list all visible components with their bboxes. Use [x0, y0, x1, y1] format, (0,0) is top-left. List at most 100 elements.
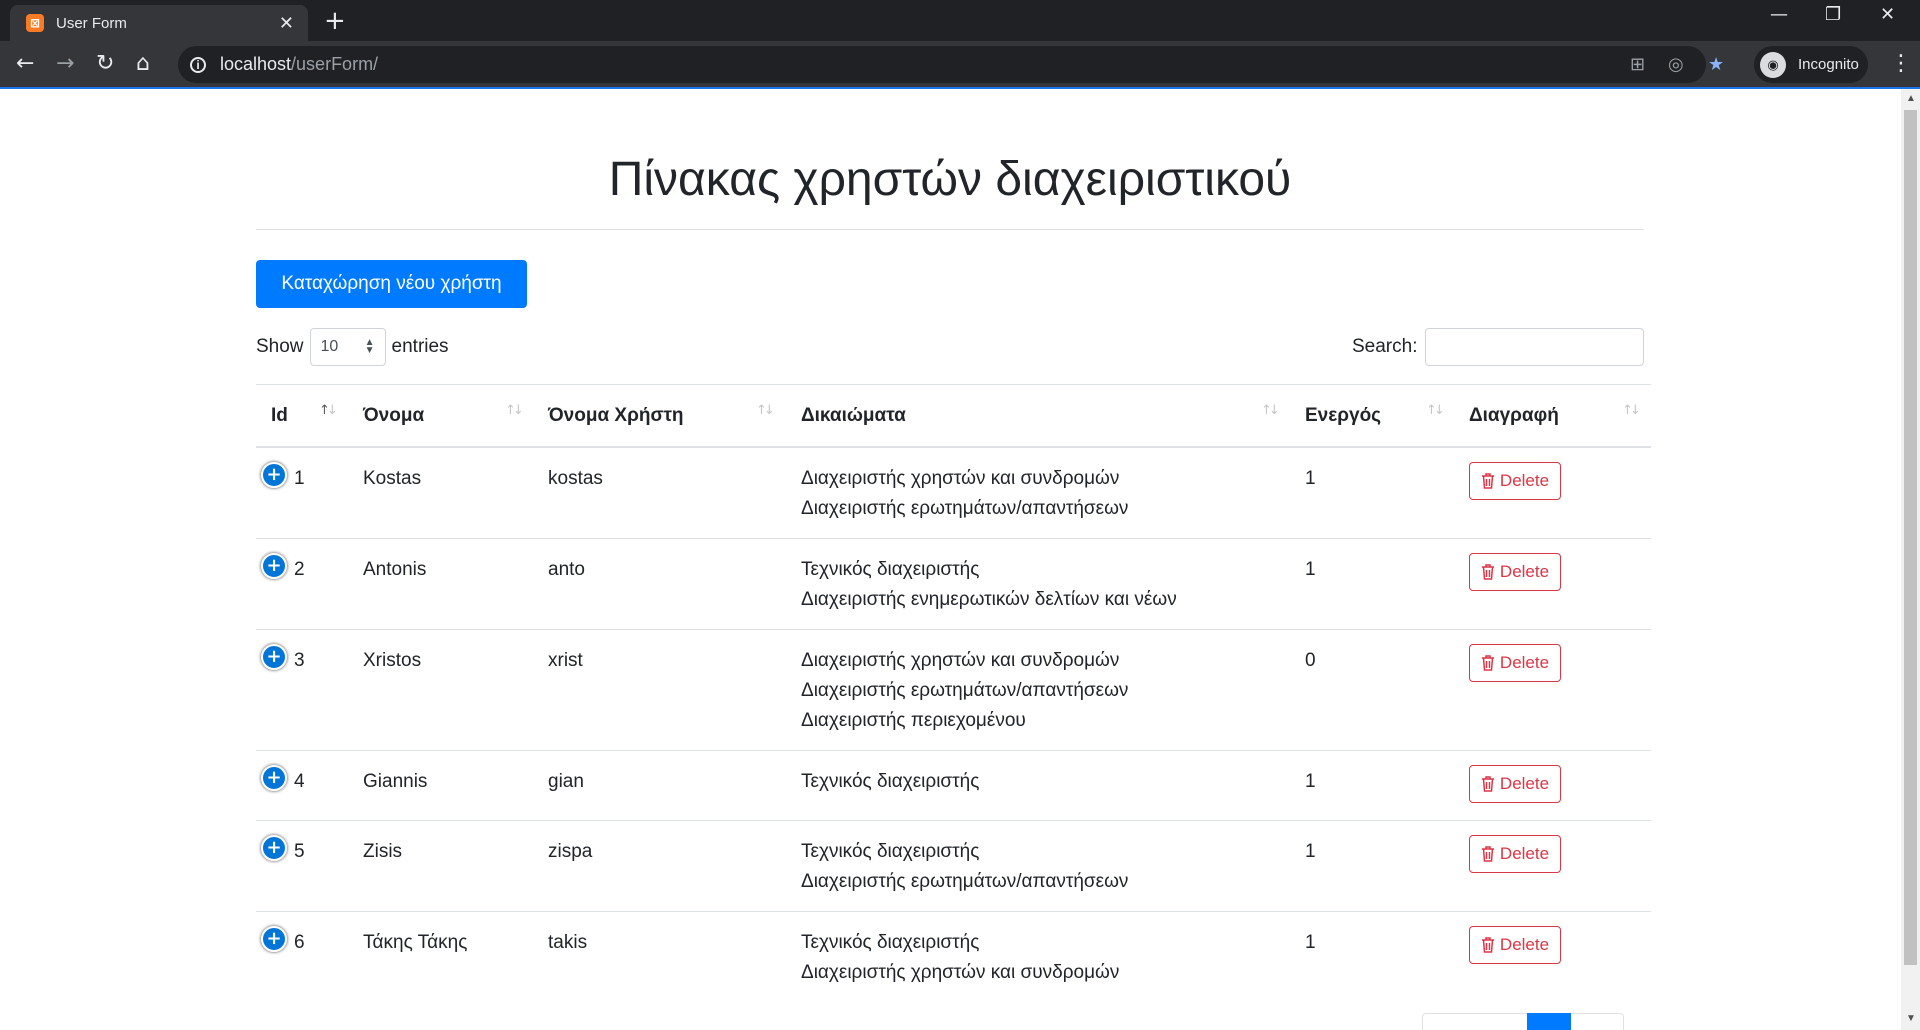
sort-icon: ↑↓: [1261, 403, 1280, 418]
forward-icon[interactable]: →: [56, 51, 74, 76]
cell-id: 2: [294, 559, 305, 580]
trash-icon: [1481, 655, 1494, 671]
permission-item: Διαχειριστής ενημερωτικών δελτίων και νέ…: [801, 589, 1177, 610]
address-bar[interactable]: i localhost/userForm/ ⊞ ◎ ★: [178, 46, 1724, 83]
permission-item: Διαχειριστής ερωτημάτων/απαντήσεων: [801, 680, 1129, 701]
cell-name: Τάκης Τάκης: [363, 932, 468, 953]
delete-button[interactable]: Delete: [1469, 553, 1561, 591]
cell-permissions: Τεχνικός διαχειριστής Διαχειριστής ενημε…: [801, 555, 1177, 615]
entries-length-control: Show 10 ▲ ▼ entries: [256, 328, 449, 366]
search-input[interactable]: [1425, 328, 1645, 366]
back-icon[interactable]: ←: [16, 51, 34, 76]
column-header-permissions[interactable]: Δικαιώματα: [801, 385, 906, 447]
url-text[interactable]: localhost/userForm/: [220, 54, 378, 75]
eye-off-icon[interactable]: ◎: [1668, 54, 1684, 75]
cell-active: 1: [1305, 841, 1316, 862]
cell-permissions: Διαχειριστής χρηστών και συνδρομών Διαχε…: [801, 464, 1128, 524]
cell-permissions: Τεχνικός διαχειριστής: [801, 767, 979, 797]
star-icon[interactable]: ★: [1708, 54, 1724, 75]
search-label: Search:: [1352, 336, 1418, 357]
incognito-profile-button[interactable]: ◉ Incognito: [1754, 46, 1868, 83]
menu-icon[interactable]: ⋮: [1890, 51, 1912, 76]
trash-icon: [1481, 564, 1494, 580]
select-arrows-icon: ▲ ▼: [364, 337, 375, 356]
length-suffix: entries: [391, 336, 449, 357]
table-header: Id ↑↓ Όνομα ↑↓ Όνομα Χρήστη ↑↓ Δικαιώματ…: [256, 384, 1651, 448]
cell-username: gian: [548, 771, 584, 792]
expand-row-icon[interactable]: +: [261, 765, 287, 791]
cell-name: Giannis: [363, 771, 428, 792]
entries-select-value: 10: [320, 338, 339, 355]
page-scrollbar[interactable]: ▲ ▼: [1901, 89, 1920, 1030]
home-icon[interactable]: ⌂: [136, 51, 150, 76]
delete-label: Delete: [1499, 562, 1550, 581]
scrollbar-thumb[interactable]: [1904, 110, 1917, 965]
delete-button[interactable]: Delete: [1469, 644, 1561, 682]
cell-username: kostas: [548, 468, 603, 489]
sort-icon: ↑↓: [756, 403, 775, 418]
cell-username: anto: [548, 559, 585, 580]
browser-tab-strip: ⊠ User Form ✕ + — ❐ ✕: [0, 0, 1920, 41]
restore-icon[interactable]: ❐: [1825, 4, 1841, 25]
incognito-label: Incognito: [1798, 56, 1859, 73]
cell-active: 1: [1305, 468, 1316, 489]
delete-button[interactable]: Delete: [1469, 926, 1561, 964]
browser-tab[interactable]: ⊠ User Form ✕: [10, 5, 308, 41]
cell-name: Xristos: [363, 650, 422, 671]
users-table: Id ↑↓ Όνομα ↑↓ Όνομα Χρήστη ↑↓ Δικαιώματ…: [256, 384, 1651, 1003]
page-title: Πίνακας χρηστών διαχειριστικού: [608, 153, 1292, 206]
column-header-id[interactable]: Id: [271, 385, 288, 447]
new-tab-icon[interactable]: +: [324, 6, 346, 36]
column-header-delete[interactable]: Διαγραφή: [1469, 385, 1559, 447]
cell-id: 4: [294, 771, 305, 792]
add-user-button[interactable]: Καταχώρηση νέου χρήστη: [256, 260, 527, 308]
translate-icon[interactable]: ⊞: [1630, 54, 1645, 75]
pagination: [1422, 1013, 1624, 1030]
incognito-icon: ◉: [1760, 51, 1786, 78]
expand-row-icon[interactable]: +: [261, 644, 287, 670]
cell-name: Kostas: [363, 468, 422, 489]
column-header-username[interactable]: Όνομα Χρήστη: [548, 385, 684, 447]
permission-item: Τεχνικός διαχειριστής: [801, 771, 980, 792]
minimize-icon[interactable]: —: [1770, 4, 1788, 25]
scroll-down-icon[interactable]: ▼: [1906, 1013, 1916, 1024]
delete-button[interactable]: Delete: [1469, 462, 1561, 500]
cell-username: xrist: [548, 650, 583, 671]
table-row: + 6 Τάκης Τάκης takis Τεχνικός διαχειρισ…: [256, 912, 1651, 1003]
column-header-name[interactable]: Όνομα: [363, 385, 424, 447]
cell-active: 0: [1305, 650, 1316, 671]
sort-asc-icon: ↑↓: [319, 403, 338, 418]
cell-id: 6: [294, 932, 305, 953]
pagination-active-page[interactable]: [1527, 1013, 1571, 1030]
permission-item: Τεχνικός διαχειριστής: [801, 841, 980, 862]
divider: [256, 229, 1644, 230]
cell-permissions: Τεχνικός διαχειριστής Διαχειριστής χρηστ…: [801, 928, 1119, 988]
xampp-icon: ⊠: [26, 14, 44, 32]
delete-label: Delete: [1499, 774, 1550, 793]
permission-item: Τεχνικός διαχειριστής: [801, 559, 980, 580]
permission-item: Διαχειριστής ερωτημάτων/απαντήσεων: [801, 871, 1129, 892]
delete-button[interactable]: Delete: [1469, 835, 1561, 873]
expand-row-icon[interactable]: +: [261, 926, 287, 952]
info-icon[interactable]: i: [190, 56, 206, 73]
entries-select[interactable]: 10 ▲ ▼: [309, 328, 386, 366]
reload-icon[interactable]: ↻: [96, 51, 114, 76]
cell-id: 3: [294, 650, 305, 671]
trash-icon: [1481, 846, 1494, 862]
table-row: + 2 Antonis anto Τεχνικός διαχειριστής Δ…: [256, 539, 1651, 630]
expand-row-icon[interactable]: +: [261, 835, 287, 861]
close-icon[interactable]: ✕: [279, 13, 294, 34]
delete-label: Delete: [1499, 935, 1550, 954]
delete-button[interactable]: Delete: [1469, 765, 1561, 803]
expand-row-icon[interactable]: +: [261, 553, 287, 579]
page-content: Πίνακας χρηστών διαχειριστικού Καταχώρησ…: [0, 89, 1901, 1030]
expand-row-icon[interactable]: +: [261, 462, 287, 488]
permission-item: Διαχειριστής χρηστών και συνδρομών: [801, 962, 1120, 983]
delete-label: Delete: [1499, 653, 1550, 672]
delete-label: Delete: [1499, 471, 1550, 490]
column-header-active[interactable]: Ενεργός: [1305, 385, 1381, 447]
tab-title: User Form: [56, 14, 127, 32]
scroll-up-icon[interactable]: ▲: [1906, 93, 1916, 104]
trash-icon: [1481, 776, 1494, 792]
close-window-icon[interactable]: ✕: [1880, 4, 1895, 25]
